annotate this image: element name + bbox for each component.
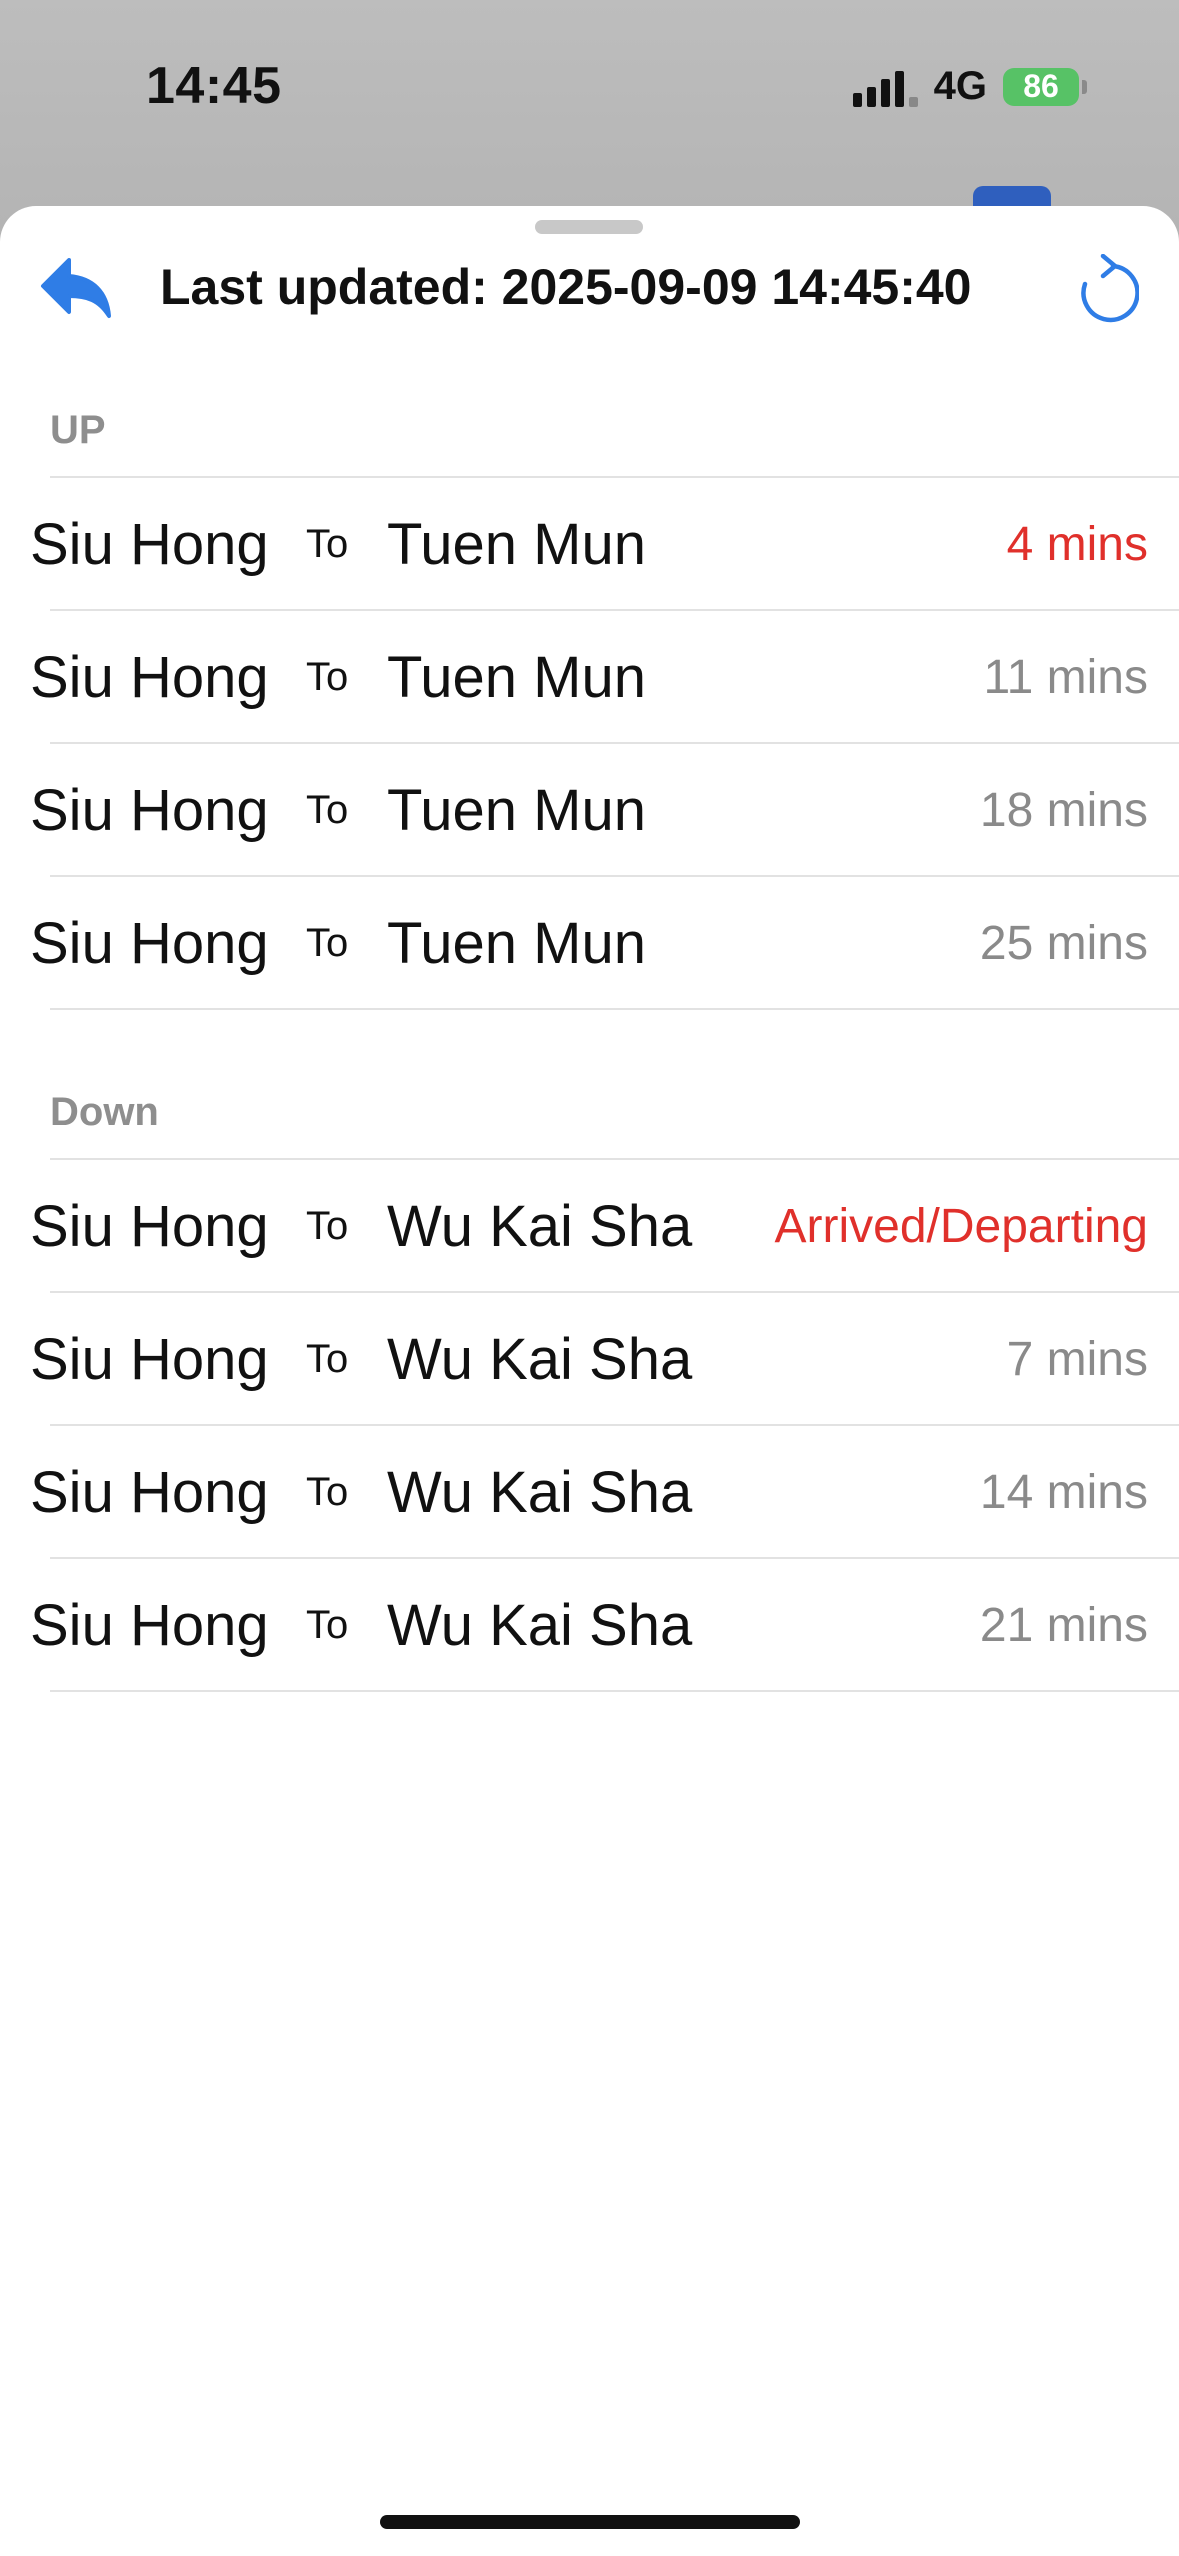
divider <box>50 1008 1179 1010</box>
eta-time: 11 mins <box>983 651 1148 704</box>
origin-station: Siu Hong <box>30 1194 269 1259</box>
list-item[interactable]: Siu Hong To Tuen Mun 25 mins <box>0 877 1179 1010</box>
to-label: To <box>306 1470 349 1514</box>
list-item[interactable]: Siu Hong To Wu Kai Sha Arrived/Departing <box>0 1160 1179 1293</box>
to-label: To <box>306 788 349 832</box>
origin-station: Siu Hong <box>30 778 269 843</box>
last-updated-label: Last updated: 2025-09-09 14:45:40 <box>160 259 972 315</box>
origin-station: Siu Hong <box>30 1593 269 1658</box>
to-label: To <box>306 522 349 566</box>
eta-time: 14 mins <box>979 1466 1148 1519</box>
list-item[interactable]: Siu Hong To Tuen Mun 4 mins <box>0 478 1179 611</box>
destination-station: Wu Kai Sha <box>387 1327 693 1392</box>
destination-station: Wu Kai Sha <box>387 1460 693 1525</box>
eta-time: Arrived/Departing <box>774 1200 1149 1253</box>
eta-time: 21 mins <box>979 1599 1148 1652</box>
eta-time: 7 mins <box>1006 1333 1148 1386</box>
list-item[interactable]: Siu Hong To Wu Kai Sha 21 mins <box>0 1559 1179 1692</box>
destination-station: Wu Kai Sha <box>387 1593 693 1658</box>
to-label: To <box>306 921 349 965</box>
origin-station: Siu Hong <box>30 512 269 577</box>
origin-station: Siu Hong <box>30 1327 269 1392</box>
status-indicators: 4G 86 <box>852 64 1087 109</box>
sheet-header: Last updated: 2025-09-09 14:45:40 <box>0 232 1179 342</box>
home-indicator[interactable] <box>380 2515 800 2529</box>
back-button[interactable] <box>34 250 118 326</box>
destination-station: Tuen Mun <box>387 911 646 976</box>
divider <box>50 1690 1179 1692</box>
network-type: 4G <box>933 64 987 108</box>
refresh-button[interactable] <box>1069 252 1143 326</box>
battery-icon: 86 <box>1003 67 1087 106</box>
destination-station: Tuen Mun <box>387 645 646 710</box>
to-label: To <box>306 1204 349 1248</box>
destination-station: Wu Kai Sha <box>387 1194 693 1259</box>
cellular-signal-icon <box>852 67 918 107</box>
list-item[interactable]: Siu Hong To Wu Kai Sha 14 mins <box>0 1426 1179 1559</box>
refresh-icon <box>1081 254 1139 323</box>
to-label: To <box>306 1337 349 1381</box>
to-label: To <box>306 1603 349 1647</box>
status-time: 14:45 <box>146 57 282 115</box>
origin-station: Siu Hong <box>30 911 269 976</box>
destination-station: Tuen Mun <box>387 512 646 577</box>
section-header-up: UP <box>50 408 106 452</box>
eta-time: 4 mins <box>1006 518 1148 571</box>
to-label: To <box>306 655 349 699</box>
battery-level: 86 <box>1023 68 1059 104</box>
origin-station: Siu Hong <box>30 1460 269 1525</box>
section-header-down: Down <box>50 1090 159 1134</box>
eta-sheet: Last updated: 2025-09-09 14:45:40 UP Siu… <box>0 206 1179 2556</box>
eta-time: 25 mins <box>979 917 1148 970</box>
destination-station: Tuen Mun <box>387 778 646 843</box>
origin-station: Siu Hong <box>30 645 269 710</box>
list-item[interactable]: Siu Hong To Tuen Mun 18 mins <box>0 744 1179 877</box>
reply-arrow-icon <box>41 258 111 318</box>
list-item[interactable]: Siu Hong To Tuen Mun 11 mins <box>0 611 1179 744</box>
list-item[interactable]: Siu Hong To Wu Kai Sha 7 mins <box>0 1293 1179 1426</box>
eta-time: 18 mins <box>979 784 1148 837</box>
